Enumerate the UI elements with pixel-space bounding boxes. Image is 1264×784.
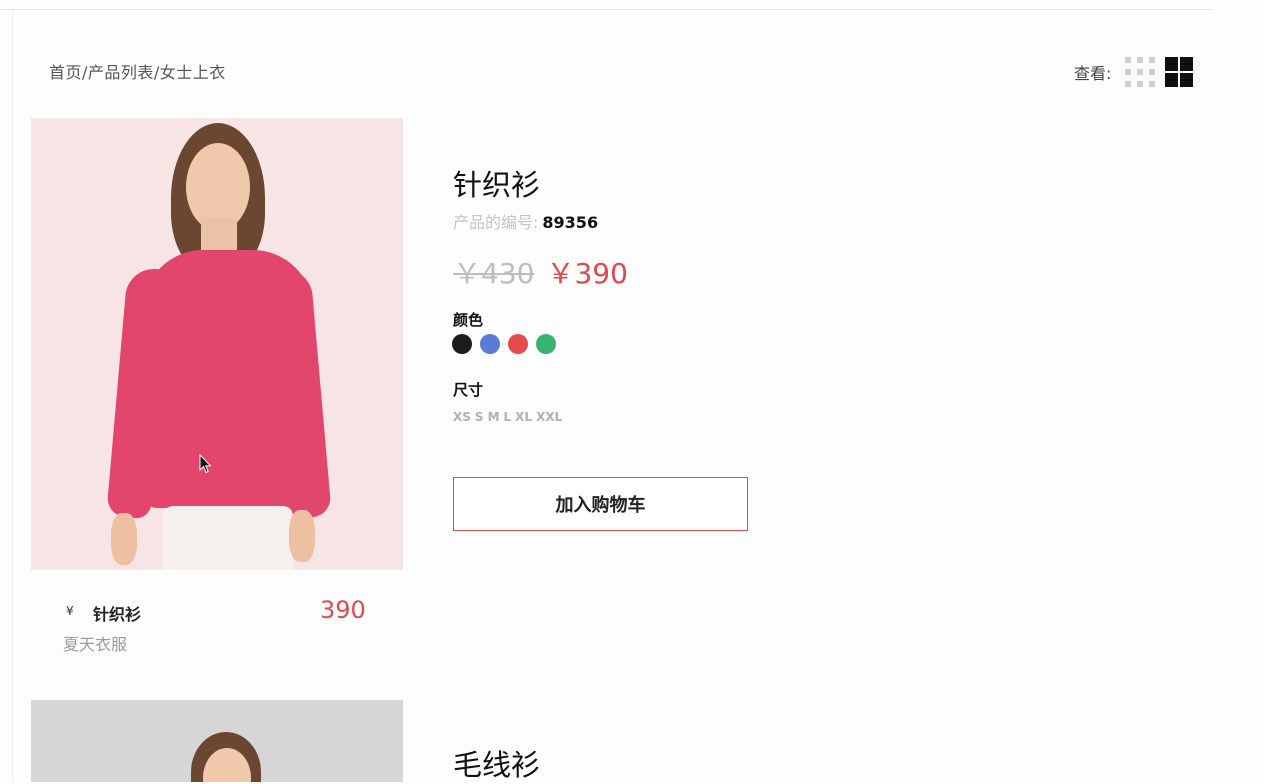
product-code-row: 产品的编号: 89356 — [453, 209, 598, 233]
product-code-value: 89356 — [542, 213, 599, 232]
add-to-cart-button[interactable]: 加入购物车 — [453, 477, 748, 531]
card-subtitle: 夏天衣服 — [63, 635, 128, 654]
view-label: 查看: — [1074, 64, 1112, 83]
size-option-l[interactable]: L — [504, 410, 512, 424]
product-image-2[interactable] — [31, 700, 403, 782]
card-product-name[interactable]: 针织衫 — [93, 601, 141, 625]
new-price: ￥390 — [546, 257, 628, 290]
product-code-label: 产品的编号: — [453, 213, 539, 232]
color-swatch-blue[interactable] — [480, 334, 500, 354]
size-option-s[interactable]: S — [475, 410, 484, 424]
color-swatch-black[interactable] — [452, 334, 472, 354]
left-divider — [12, 10, 13, 782]
size-option-xl[interactable]: XL — [515, 410, 532, 424]
product-title: 针织衫 — [453, 168, 541, 202]
old-price: ￥430 — [453, 257, 535, 290]
color-swatches — [452, 334, 556, 354]
cursor-icon — [199, 454, 212, 474]
grid-large-icon[interactable] — [1165, 57, 1194, 87]
size-label: 尺寸 — [453, 381, 484, 399]
top-divider — [0, 9, 1212, 10]
color-label: 颜色 — [453, 311, 484, 329]
size-option-xxl[interactable]: XXL — [536, 410, 562, 424]
card-currency: ¥ — [66, 604, 74, 618]
product-image[interactable] — [31, 118, 403, 570]
size-options: XS S M L XL XXL — [453, 410, 562, 424]
view-toggle: 查看: — [1074, 56, 1194, 88]
size-option-m[interactable]: M — [488, 410, 500, 424]
size-option-xs[interactable]: XS — [453, 410, 471, 424]
product-title-2: 毛线衫 — [453, 748, 541, 782]
color-swatch-green[interactable] — [536, 334, 556, 354]
color-swatch-red[interactable] — [508, 334, 528, 354]
card-price: 390 — [320, 596, 366, 624]
price-row: ￥430 ￥390 — [453, 252, 628, 292]
breadcrumb[interactable]: 首页/产品列表/女士上衣 — [49, 59, 226, 83]
grid-small-icon[interactable] — [1125, 57, 1156, 87]
